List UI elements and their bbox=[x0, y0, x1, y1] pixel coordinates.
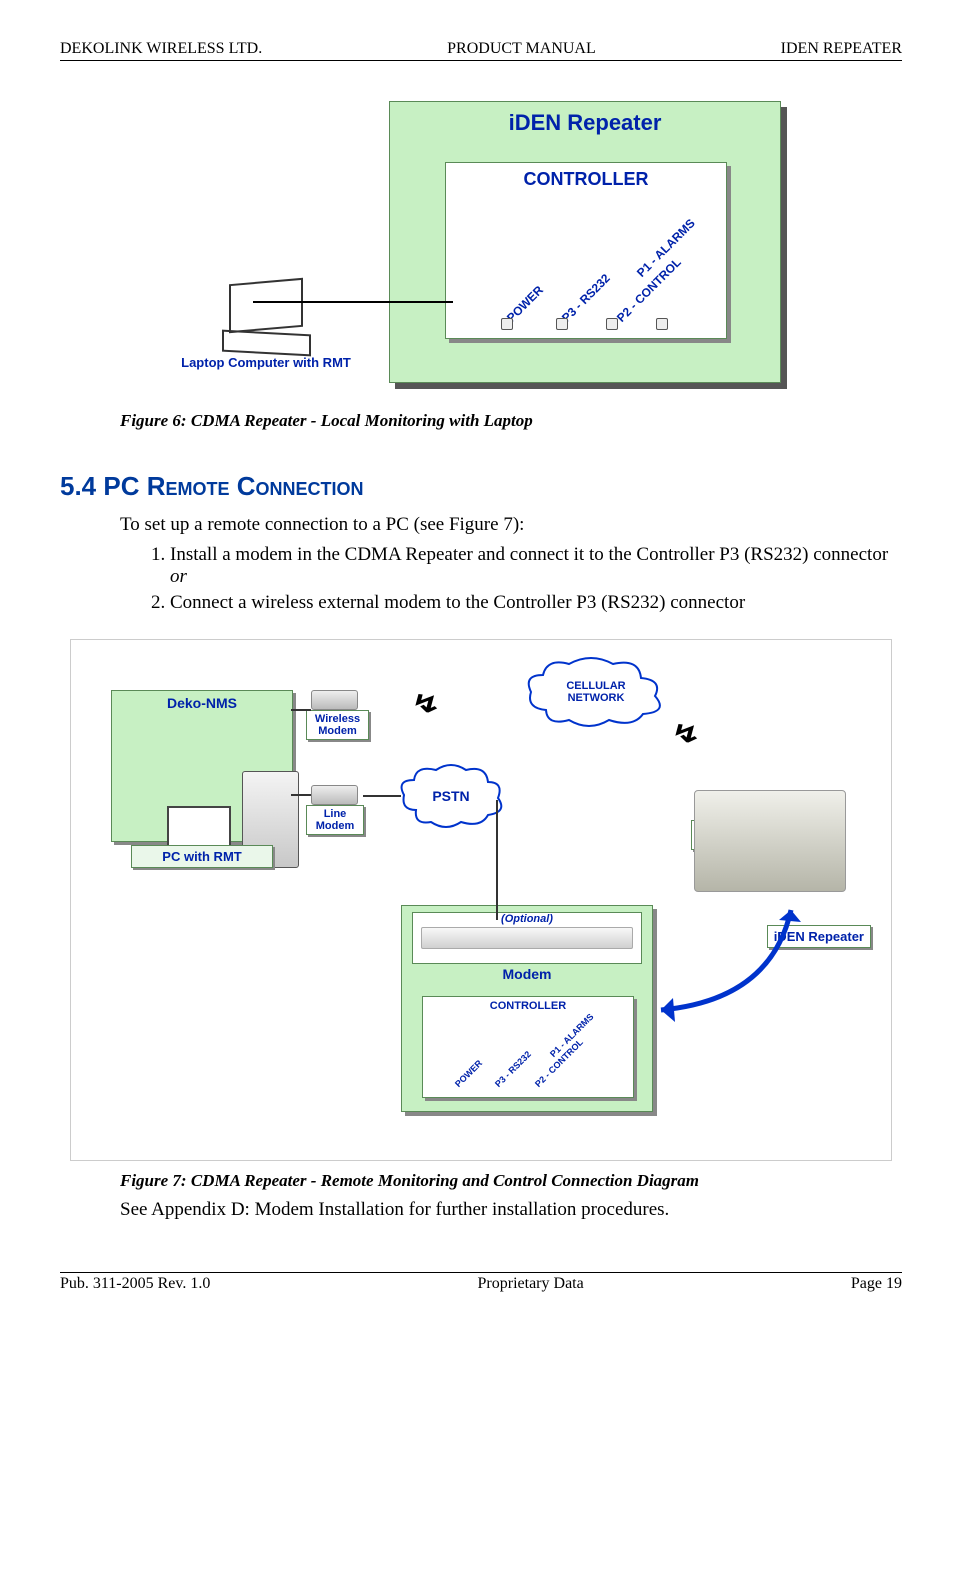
controller-sub-title: CONTROLLER bbox=[423, 1000, 633, 1012]
footer-right: Page 19 bbox=[851, 1275, 902, 1293]
controller-sub-box: CONTROLLER POWER P3 - RS232 P2 - CONTROL… bbox=[422, 996, 634, 1098]
page-footer: Pub. 311-2005 Rev. 1.0 Proprietary Data … bbox=[60, 1272, 902, 1293]
pstn-cloud: PSTN bbox=[396, 760, 506, 835]
cellular-cloud: CELLULAR NETWORK bbox=[521, 650, 671, 735]
list-item-or: or bbox=[170, 566, 187, 587]
repeater-panel: iDEN Repeater CONTROLLER POWER P3 - RS23… bbox=[389, 101, 781, 383]
connector-line-icon bbox=[291, 794, 311, 796]
port-dot-icon bbox=[556, 318, 568, 330]
deko-nms-title: Deko-NMS bbox=[112, 691, 292, 711]
figure-7-caption: Figure 7: CDMA Repeater - Remote Monitor… bbox=[120, 1171, 902, 1191]
port-dot-icon bbox=[606, 318, 618, 330]
list-item: Connect a wireless external modem to the… bbox=[170, 592, 902, 614]
modem-device-icon bbox=[421, 927, 633, 949]
section-intro: To set up a remote connection to a PC (s… bbox=[120, 512, 902, 538]
cable-line-icon bbox=[253, 301, 453, 303]
connector-line-icon bbox=[363, 795, 401, 797]
pc-with-rmt-label: PC with RMT bbox=[131, 845, 273, 868]
line-modem-label: Line Modem bbox=[306, 805, 364, 835]
port-dot-icon bbox=[501, 318, 513, 330]
wireless-modem-label: Wireless Modem bbox=[306, 710, 369, 740]
controller-box: CONTROLLER POWER P3 - RS232 P2 - CONTROL… bbox=[445, 162, 727, 339]
footer-center: Proprietary Data bbox=[478, 1275, 584, 1293]
optional-label: (Optional) bbox=[413, 913, 641, 925]
port-p3-label: P3 - RS232 bbox=[559, 271, 613, 325]
header-left: DEKOLINK WIRELESS LTD. bbox=[60, 40, 262, 58]
figure-6-caption: Figure 6: CDMA Repeater - Local Monitori… bbox=[120, 411, 902, 431]
laptop-icon: Laptop Computer with RMT bbox=[161, 281, 371, 370]
section-heading: 5.4 PC Remote Connection bbox=[60, 471, 902, 502]
port-dot-icon bbox=[656, 318, 668, 330]
cellular-label: CELLULAR NETWORK bbox=[551, 680, 641, 704]
wireless-modem-icon bbox=[311, 690, 358, 710]
port-power-sub-label: POWER bbox=[453, 1058, 484, 1089]
header-center: PRODUCT MANUAL bbox=[447, 40, 596, 58]
modem-title: Modem bbox=[402, 966, 652, 982]
connector-line-icon bbox=[291, 709, 311, 711]
controller-label: CONTROLLER bbox=[446, 169, 726, 190]
port-p3-sub-label: P3 - RS232 bbox=[493, 1049, 533, 1089]
list-item: Install a modem in the CDMA Repeater and… bbox=[170, 544, 902, 588]
deko-nms-panel: Deko-NMS bbox=[111, 690, 293, 842]
appendix-note: See Appendix D: Modem Installation for f… bbox=[120, 1197, 902, 1223]
header-right: IDEN REPEATER bbox=[781, 40, 902, 58]
list-item-text: Install a modem in the CDMA Repeater and… bbox=[170, 544, 888, 565]
line-modem-icon bbox=[311, 785, 358, 805]
figure-7: Deko-NMS PC with RMT Wireless Modem Line… bbox=[70, 639, 892, 1161]
page-header: DEKOLINK WIRELESS LTD. PRODUCT MANUAL ID… bbox=[60, 40, 902, 61]
pstn-label: PSTN bbox=[432, 788, 469, 804]
optional-modem-strip: (Optional) bbox=[412, 912, 642, 964]
iden-repeater-photo bbox=[694, 790, 846, 892]
connector-line-icon bbox=[496, 800, 498, 920]
arrow-curve-icon bbox=[641, 900, 821, 1040]
footer-left: Pub. 311-2005 Rev. 1.0 bbox=[60, 1275, 210, 1293]
laptop-caption: Laptop Computer with RMT bbox=[161, 355, 371, 370]
repeater-title: iDEN Repeater bbox=[390, 102, 780, 154]
lightning-icon: ↯ bbox=[411, 690, 441, 719]
section-list: Install a modem in the CDMA Repeater and… bbox=[145, 544, 902, 614]
modem-panel: (Optional) Modem CONTROLLER POWER P3 - R… bbox=[401, 905, 653, 1112]
figure-6: iDEN Repeater CONTROLLER POWER P3 - RS23… bbox=[60, 101, 902, 401]
lightning-icon: ↯ bbox=[671, 720, 701, 749]
